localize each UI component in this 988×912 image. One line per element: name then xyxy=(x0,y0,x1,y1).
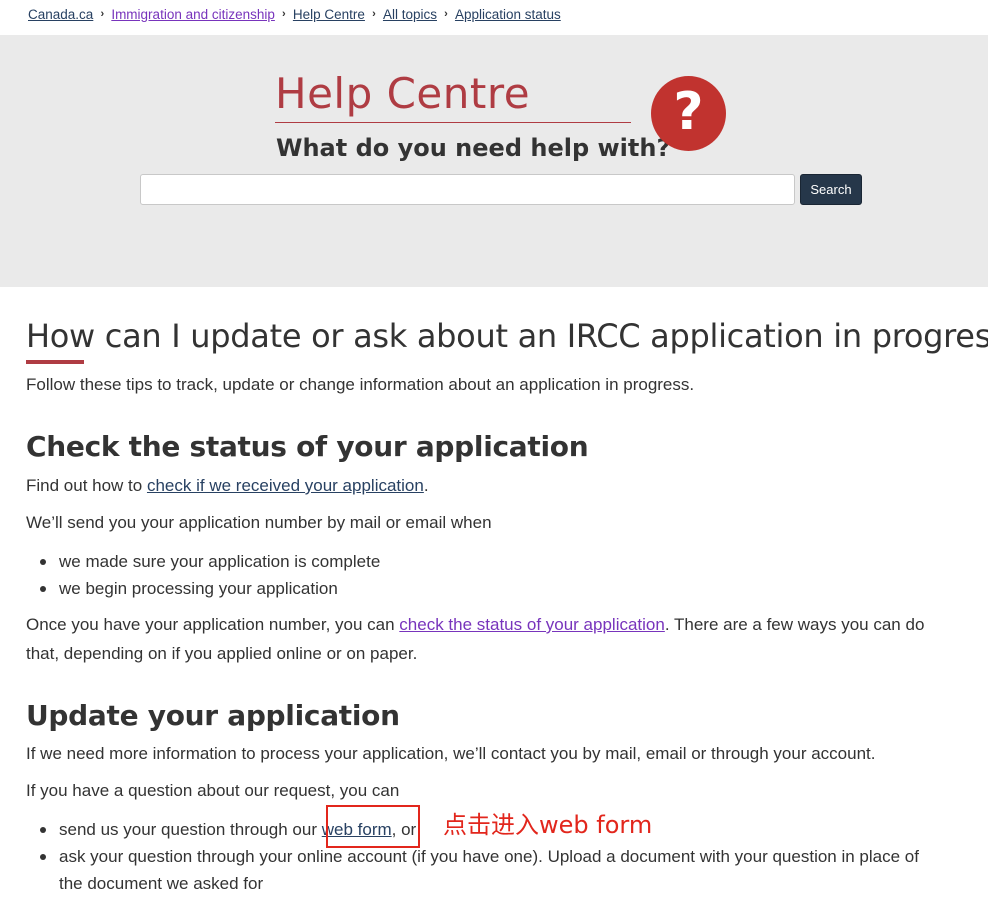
breadcrumb-link-all-topics[interactable]: All topics xyxy=(383,7,437,22)
asked-document-text: the document we asked for xyxy=(59,874,264,893)
once-you-have-paragraph: Once you have your application number, y… xyxy=(26,613,924,637)
title-divider xyxy=(275,122,631,123)
depending-text: that, depending on if you applied online… xyxy=(26,644,418,663)
help-centre-title: Help Centre xyxy=(275,69,531,118)
once-you-have-text: Once you have your application number, y… xyxy=(26,615,400,634)
question-mark-glyph: ? xyxy=(673,81,704,142)
find-out-period: . xyxy=(423,476,429,495)
breadcrumb-link-canada[interactable]: Canada.ca xyxy=(28,7,93,22)
web-form-lead-text: send us your question through our xyxy=(59,820,322,839)
chevron-right-icon: › xyxy=(444,8,448,20)
breadcrumb-item-all-topics: All topics xyxy=(383,7,437,22)
few-ways-text: . There are a few ways you can do xyxy=(664,615,925,634)
notification-list: we made sure your application is complet… xyxy=(38,548,380,602)
search-input[interactable] xyxy=(140,174,795,205)
list-item-continuation: the document we asked for xyxy=(38,870,919,897)
breadcrumb-link-immigration[interactable]: Immigration and citizenship xyxy=(111,7,275,22)
breadcrumb-link-application-status[interactable]: Application status xyxy=(455,7,561,22)
breadcrumb-item-help-centre: Help Centre xyxy=(293,7,365,22)
section-heading-update: Update your application xyxy=(26,699,400,732)
breadcrumb-link-help-centre[interactable]: Help Centre xyxy=(293,7,365,22)
question-request-text: If you have a question about our request… xyxy=(26,781,400,800)
check-received-link[interactable]: check if we received your application xyxy=(147,476,424,495)
chevron-right-icon: › xyxy=(372,8,376,20)
breadcrumb-item-immigration: Immigration and citizenship xyxy=(111,7,275,22)
list-item: ask your question through your online ac… xyxy=(38,843,919,870)
chevron-right-icon: › xyxy=(282,8,286,20)
help-centre-banner: Help Centre What do you need help with? … xyxy=(0,35,988,287)
breadcrumb: Canada.ca › Immigration and citizenship … xyxy=(28,5,561,23)
breadcrumb-item-canada: Canada.ca xyxy=(28,7,93,22)
breadcrumb-item-application-status: Application status xyxy=(455,7,561,22)
help-centre-subtitle: What do you need help with? xyxy=(276,134,671,162)
list-item: we made sure your application is complet… xyxy=(38,548,380,575)
check-status-link[interactable]: check the status of your application xyxy=(399,615,665,634)
online-account-text: ask your question through your online ac… xyxy=(59,847,919,866)
title-underline xyxy=(26,360,84,364)
intro-text: Follow these tips to track, update or ch… xyxy=(26,375,695,394)
find-out-paragraph: Find out how to check if we received you… xyxy=(26,474,429,498)
highlight-box xyxy=(326,805,420,848)
section-heading-check-status: Check the status of your application xyxy=(26,430,589,463)
more-info-text: If we need more information to process y… xyxy=(26,744,876,763)
question-mark-icon: ? xyxy=(651,76,726,151)
chevron-right-icon: › xyxy=(100,8,105,20)
search-button[interactable]: Search xyxy=(800,174,862,205)
application-number-text: We’ll send you your application number b… xyxy=(26,513,492,532)
list-item: we begin processing your application xyxy=(38,575,380,602)
find-out-text: Find out how to xyxy=(26,476,147,495)
page-title: How can I update or ask about an IRCC ap… xyxy=(26,317,988,355)
annotation-text: 点击进入web form xyxy=(443,811,653,839)
